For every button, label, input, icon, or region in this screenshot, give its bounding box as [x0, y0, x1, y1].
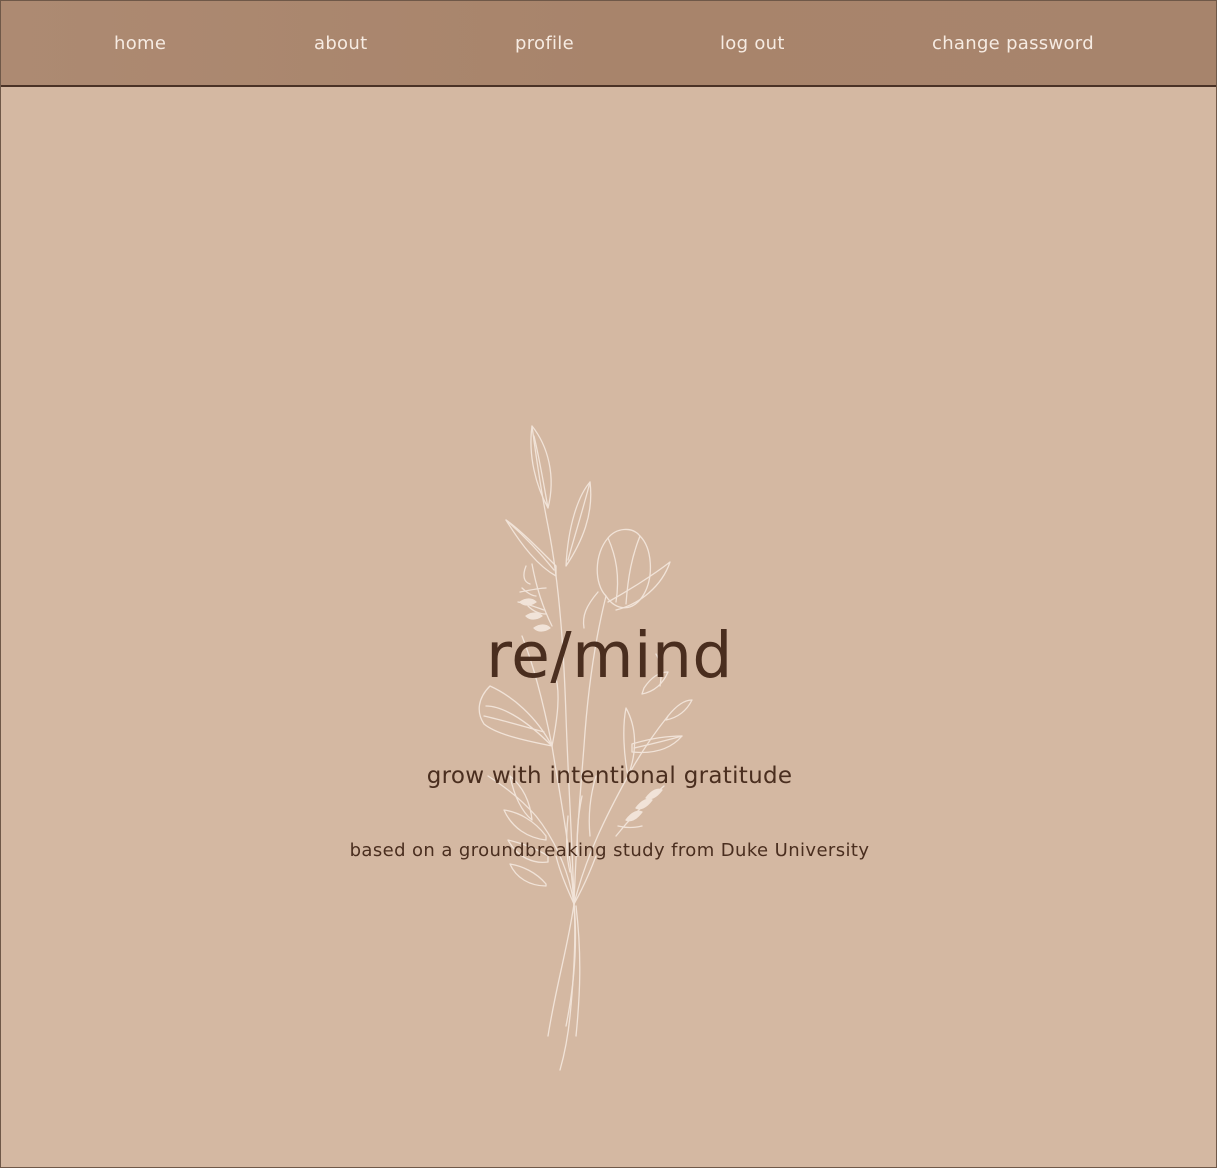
nav-link-home[interactable]: home — [114, 31, 166, 57]
nav-link-log-out[interactable]: log out — [720, 31, 785, 57]
study-reference-text: based on a groundbreaking study from Duk… — [349, 840, 870, 861]
app-title: re/mind — [486, 619, 733, 692]
tagline: grow with intentional gratitude — [426, 763, 793, 789]
nav-link-about[interactable]: about — [314, 31, 367, 57]
nav-link-change-password[interactable]: change password — [932, 31, 1094, 57]
top-navigation-bar: home about profile log out change passwo… — [1, 1, 1216, 87]
nav-link-profile[interactable]: profile — [515, 31, 574, 57]
floral-bouquet-icon — [456, 416, 706, 1076]
page-frame: home about profile log out change passwo… — [0, 0, 1217, 1168]
